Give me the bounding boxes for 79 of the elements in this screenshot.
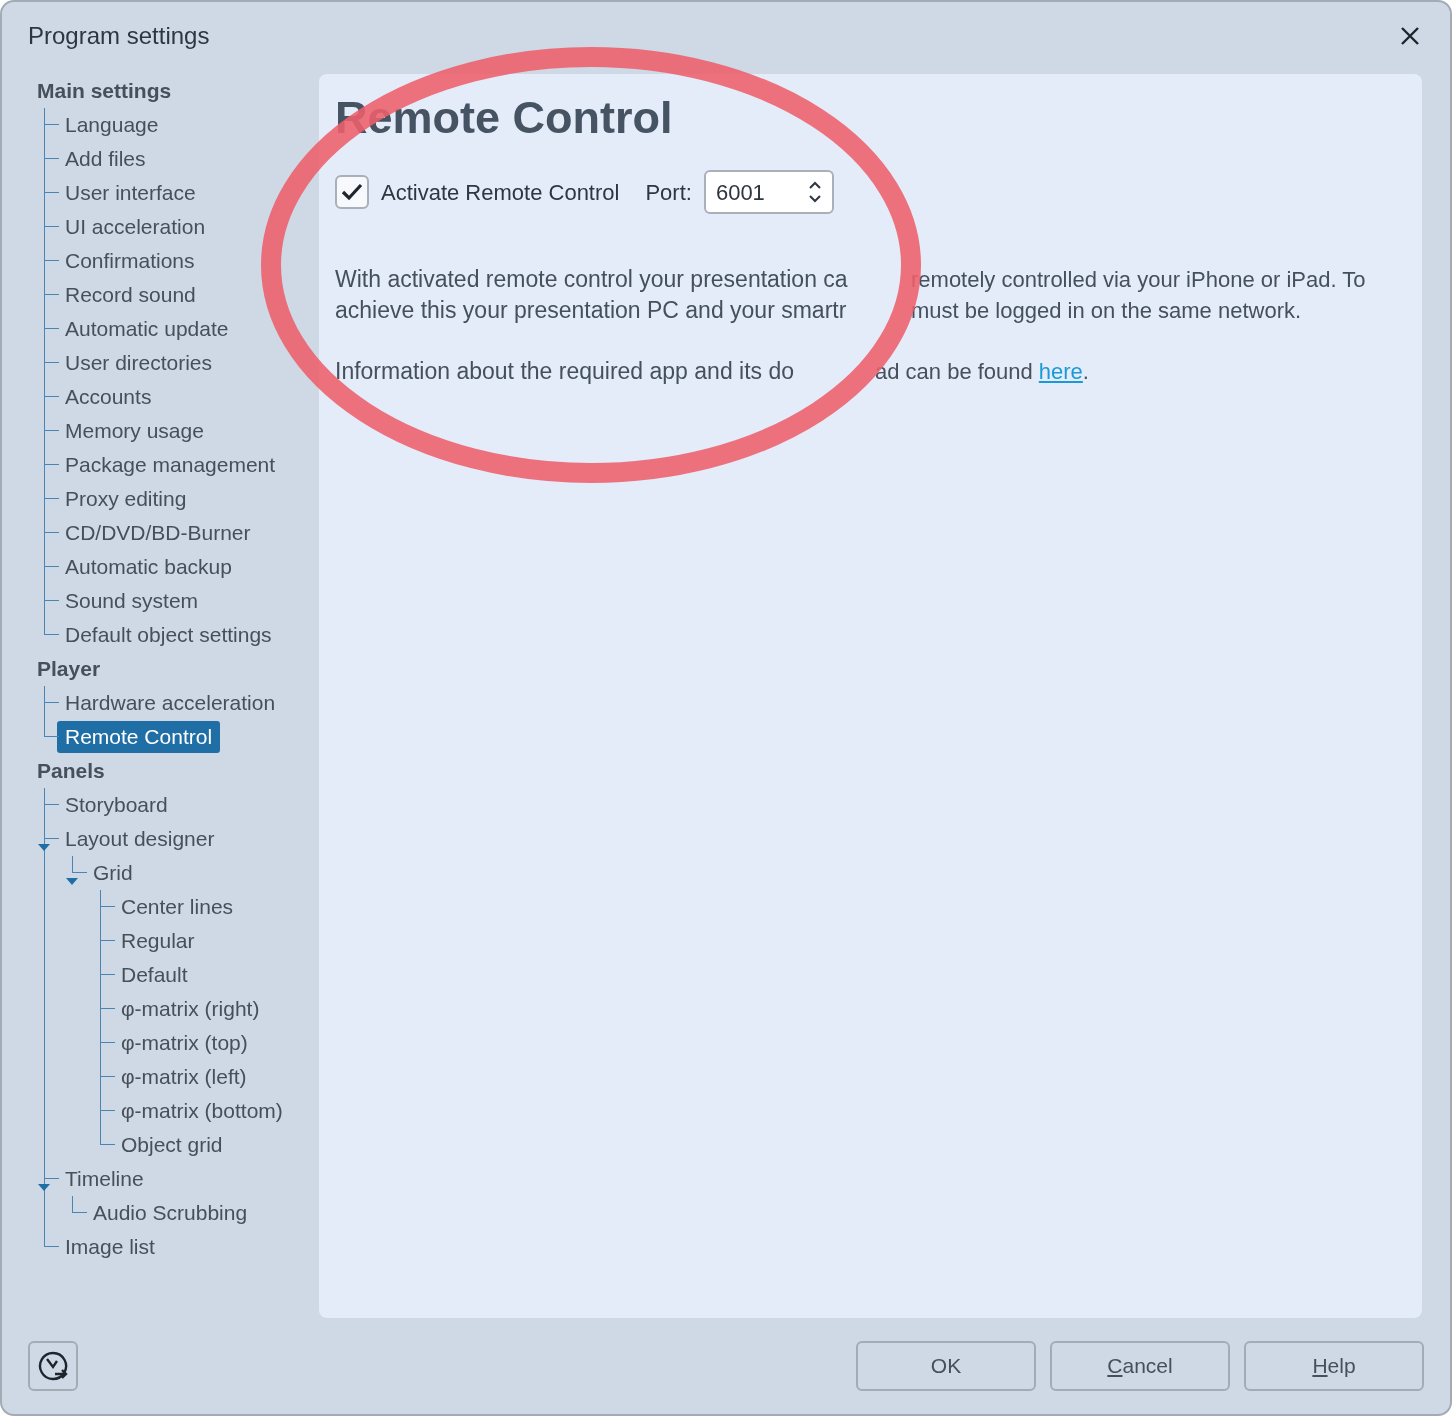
- spin-arrows-icon[interactable]: [807, 179, 822, 205]
- tree-item[interactable]: φ-matrix (right): [113, 992, 268, 1026]
- tree-connector: [100, 992, 114, 1026]
- close-icon: [1400, 26, 1420, 46]
- tree-item[interactable]: φ-matrix (top): [113, 1026, 256, 1060]
- tree-group[interactable]: Panels: [37, 754, 319, 788]
- caret-icon[interactable]: [38, 1182, 50, 1192]
- tree-item[interactable]: Default object settings: [57, 618, 280, 652]
- tree-connector: [44, 244, 58, 278]
- dialog-button[interactable]: OK: [856, 1341, 1036, 1391]
- clock-arrow-icon: [37, 1350, 69, 1382]
- tree-item[interactable]: Regular: [113, 924, 203, 958]
- tree-item[interactable]: φ-matrix (bottom): [113, 1094, 291, 1128]
- tree-connector: [44, 278, 58, 312]
- description-text: With activated remote control your presentation ca: [335, 265, 849, 294]
- tree-connector: [44, 414, 58, 448]
- checkbox[interactable]: [335, 175, 369, 209]
- tree-connector: [44, 516, 58, 550]
- port-spinner[interactable]: 6001: [703, 170, 834, 214]
- tree-item[interactable]: Remote Control: [57, 721, 221, 753]
- tree-group[interactable]: Player: [37, 652, 319, 686]
- tree-item[interactable]: UI acceleration: [57, 210, 214, 244]
- tree-item[interactable]: Add files: [57, 142, 154, 176]
- tree-connector: [44, 482, 58, 516]
- dialog-button[interactable]: Cancel: [1050, 1341, 1230, 1391]
- tree-item[interactable]: Package management: [57, 448, 284, 482]
- tree-item[interactable]: Automatic update: [57, 312, 237, 346]
- tree-item[interactable]: Memory usage: [57, 414, 212, 448]
- info-text: Information about the required app and its do: [335, 357, 796, 386]
- tree-item[interactable]: Record sound: [57, 278, 204, 312]
- tree-connector: [44, 176, 58, 210]
- history-button[interactable]: [28, 1341, 78, 1391]
- tree-item[interactable]: Language: [57, 108, 167, 142]
- tree-item[interactable]: CD/DVD/BD-Burner: [57, 516, 259, 550]
- tree-item[interactable]: User directories: [57, 346, 221, 380]
- tree-item[interactable]: Layout designer: [57, 822, 223, 856]
- tree-item[interactable]: Image list: [57, 1230, 163, 1264]
- tree-connector: [44, 448, 58, 482]
- tree-item[interactable]: Proxy editing: [57, 482, 195, 516]
- tree-item[interactable]: Object grid: [113, 1128, 231, 1162]
- tree-connector: [72, 856, 86, 873]
- tree-item[interactable]: Audio Scrubbing: [85, 1196, 256, 1230]
- tree-connector: [100, 958, 114, 992]
- check-icon: [341, 183, 363, 201]
- tree-item[interactable]: Timeline: [57, 1162, 152, 1196]
- tree-item[interactable]: User interface: [57, 176, 204, 210]
- tree-connector: [44, 346, 58, 380]
- checkbox-label: Activate Remote Control: [381, 178, 620, 207]
- tree-connector: [44, 312, 58, 346]
- port-label: Port:: [645, 178, 692, 207]
- info-text: .: [1082, 358, 1089, 386]
- tree-item[interactable]: φ-matrix (left): [113, 1060, 255, 1094]
- tree-connector: [100, 1060, 114, 1094]
- tree-group[interactable]: Main settings: [37, 74, 319, 108]
- tree-connector: [100, 924, 114, 958]
- tree-item[interactable]: Default: [113, 958, 196, 992]
- tree-connector: [72, 1196, 86, 1213]
- tree-item[interactable]: Hardware acceleration: [57, 686, 284, 720]
- tree-item[interactable]: Confirmations: [57, 244, 203, 278]
- tree-item[interactable]: Accounts: [57, 380, 160, 414]
- tree-item[interactable]: Center lines: [113, 890, 242, 924]
- tree-connector: [44, 380, 58, 414]
- tree-connector: [44, 210, 58, 244]
- dialog-button[interactable]: Help: [1244, 1341, 1424, 1391]
- description-text: achieve this your presentation PC and your smartr: [335, 296, 848, 325]
- tree-connector: [44, 108, 58, 142]
- tree-item[interactable]: Automatic backup: [57, 550, 240, 584]
- tree-item[interactable]: Storyboard: [57, 788, 176, 822]
- tree-connector: [100, 890, 114, 924]
- tree-connector: [100, 1026, 114, 1060]
- tree-item[interactable]: Grid: [85, 856, 141, 890]
- description-text: must be logged in on the same network.: [911, 297, 1302, 325]
- info-text: ad can be found: [875, 358, 1033, 386]
- tree-connector: [44, 142, 58, 176]
- caret-icon[interactable]: [38, 842, 50, 852]
- caret-icon[interactable]: [66, 876, 78, 886]
- window-title: Program settings: [28, 21, 210, 51]
- tree-connector: [44, 550, 58, 584]
- tree-item[interactable]: Sound system: [57, 584, 207, 618]
